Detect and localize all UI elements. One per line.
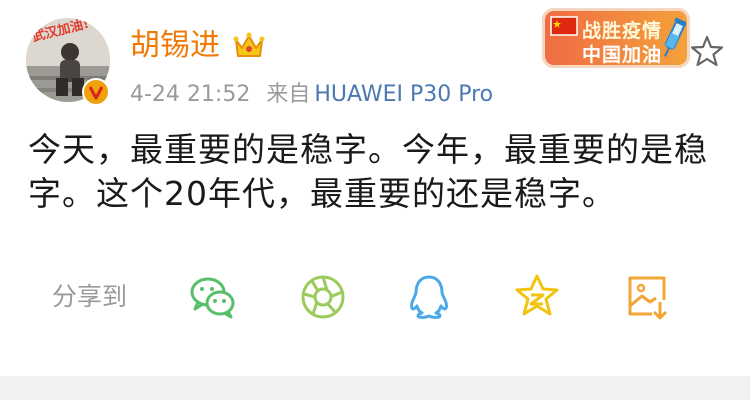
wechat-icon[interactable] <box>188 272 238 322</box>
campaign-line2: 中国加油 <box>582 44 663 66</box>
campaign-line1: 战胜疫情 <box>582 20 663 42</box>
author-name[interactable]: 胡锡进 <box>130 26 220 66</box>
post-time: 4-24 21:52 <box>130 82 251 107</box>
favorite-star-icon[interactable] <box>690 34 724 68</box>
qzone-icon[interactable] <box>512 272 562 322</box>
source-device-link[interactable]: HUAWEI P30 Pro <box>314 82 493 107</box>
save-image-icon[interactable] <box>622 272 672 322</box>
crown-icon[interactable] <box>232 30 266 60</box>
share-label: 分享到 <box>52 282 128 311</box>
post-meta: 4-24 21:52 来自 HUAWEI P30 Pro <box>130 80 493 110</box>
verified-badge-icon <box>82 78 110 106</box>
source-prefix: 来自 <box>266 82 311 107</box>
moments-icon[interactable] <box>298 272 348 322</box>
china-flag-icon <box>550 16 578 36</box>
post-text: 今天，最重要的是稳字。今年，最重要的是稳字。这个20年代，最重要的还是稳字。 <box>28 130 708 213</box>
qq-icon[interactable] <box>404 272 454 322</box>
campaign-badge[interactable]: 战胜疫情 中国加油 <box>542 8 690 68</box>
syringe-icon <box>664 17 686 57</box>
bottom-separator <box>0 376 750 400</box>
